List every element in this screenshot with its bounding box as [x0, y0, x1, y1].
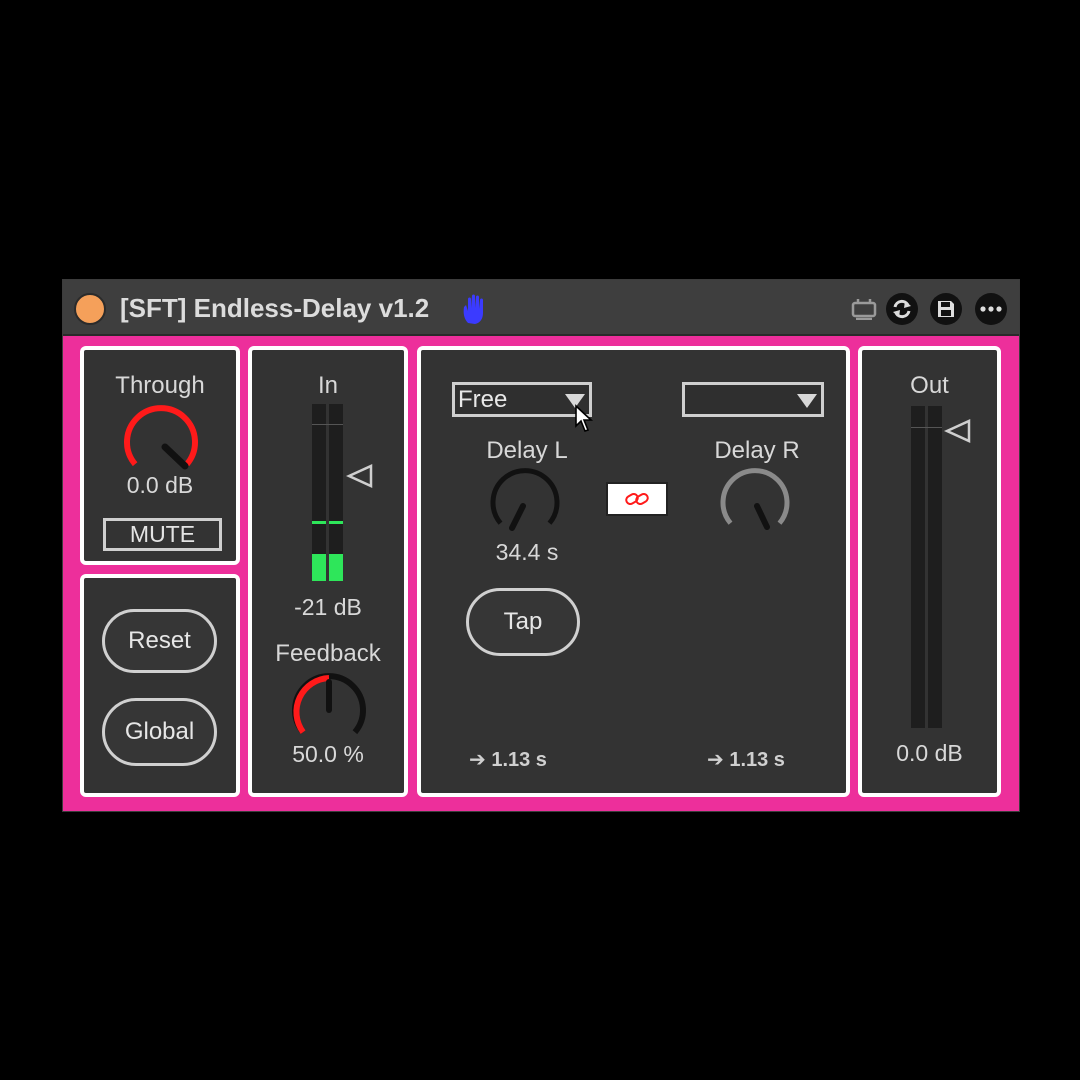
global-button[interactable]: Global [102, 698, 217, 766]
input-meter-left-peak [312, 521, 326, 524]
delay-left-value: 34.4 s [495, 539, 559, 565]
delay-right-label: Delay R [714, 437, 800, 464]
delay-mode-left-dropdown[interactable]: Free [452, 382, 592, 417]
delay-mode-left-value: Free [458, 386, 508, 413]
chevron-down-icon [797, 394, 817, 408]
feedback-label: Feedback [275, 640, 381, 667]
title-bar: [SFT] Endless-Delay v1.2 [63, 280, 1019, 336]
output-meter-grid-top [911, 427, 942, 428]
mute-button[interactable]: MUTE [103, 518, 222, 551]
output-panel: Out 0.0 dB [858, 346, 1001, 797]
power-button[interactable] [74, 293, 106, 325]
input-meter-grid-top [312, 424, 343, 425]
link-icon [625, 493, 649, 505]
output-gain-slider-handle[interactable] [943, 419, 971, 443]
through-value: 0.0 dB [126, 472, 194, 498]
feedback-value: 50.0 % [292, 741, 364, 767]
input-label: In [317, 372, 338, 399]
input-gain-slider-handle[interactable] [345, 464, 373, 488]
tap-button[interactable]: Tap [466, 588, 580, 656]
input-meter-right-fill [329, 554, 343, 581]
output-meter-left [911, 406, 925, 728]
input-meter-left-fill [312, 554, 326, 581]
input-meter-left [312, 404, 326, 581]
input-panel: In -21 dB Feedback 50.0 % [248, 346, 408, 797]
delay-left-label: Delay L [486, 437, 568, 464]
delay-right-knob[interactable] [717, 466, 793, 542]
input-meter-right-peak [329, 521, 343, 524]
refresh-icon[interactable] [886, 293, 918, 325]
input-value: -21 dB [294, 594, 362, 620]
through-label: Through [115, 372, 205, 399]
delay-panel: Free Delay L 34.4 s Delay R Tap ➔ 1.13 s… [417, 346, 850, 797]
link-button[interactable] [606, 482, 668, 516]
hand-icon [463, 294, 483, 324]
feedback-knob[interactable] [289, 672, 369, 752]
output-value: 0.0 dB [896, 740, 963, 766]
device-window: [SFT] Endless-Delay v1.2 Through 0.0 dB … [62, 279, 1020, 812]
through-panel: Through 0.0 dB MUTE [80, 346, 240, 565]
delay-left-knob[interactable] [487, 466, 563, 542]
input-meter-right [329, 404, 343, 581]
reset-button[interactable]: Reset [102, 609, 217, 673]
save-icon[interactable] [930, 293, 962, 325]
mouse-cursor-icon [575, 404, 594, 432]
device-title: [SFT] Endless-Delay v1.2 [120, 293, 430, 323]
delay-mode-right-dropdown[interactable] [682, 382, 824, 417]
delay-left-result: ➔ 1.13 s [469, 749, 547, 771]
more-icon[interactable] [975, 293, 1007, 325]
mapping-icon[interactable] [848, 293, 880, 325]
actions-panel: Reset Global [80, 574, 240, 797]
delay-right-result: ➔ 1.13 s [707, 749, 785, 771]
output-meter-right [928, 406, 942, 728]
output-label: Out [910, 372, 949, 399]
